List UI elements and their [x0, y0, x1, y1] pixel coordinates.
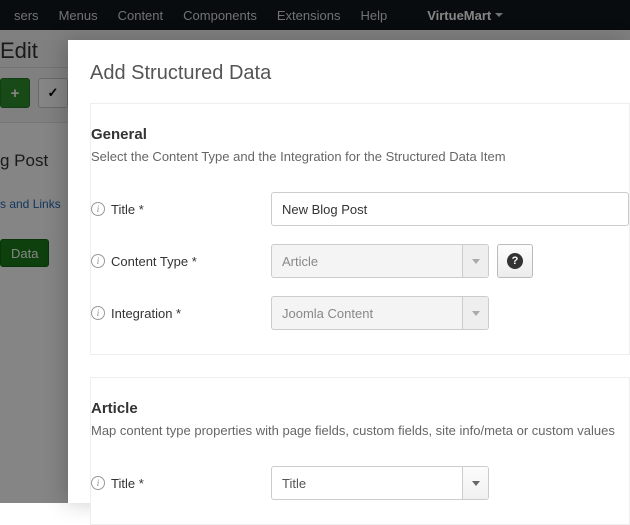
content-type-dropdown-button[interactable] — [462, 245, 488, 277]
integration-value: Joomla Content — [272, 297, 462, 329]
chevron-down-icon — [472, 259, 480, 264]
general-heading: General — [91, 126, 629, 143]
content-type-label: Content Type * — [111, 254, 197, 269]
chevron-down-icon — [472, 481, 480, 486]
integration-dropdown-button[interactable] — [462, 297, 488, 329]
question-icon — [507, 253, 523, 269]
general-subheading: Select the Content Type and the Integrat… — [91, 149, 629, 164]
article-title-dropdown-button[interactable] — [462, 467, 488, 499]
content-type-select[interactable]: Article — [271, 244, 489, 278]
general-card: General Select the Content Type and the … — [90, 103, 630, 355]
add-structured-data-modal: Add Structured Data General Select the C… — [68, 40, 630, 503]
chevron-down-icon — [472, 311, 480, 316]
info-icon[interactable] — [91, 306, 105, 320]
article-subheading: Map content type properties with page fi… — [91, 423, 629, 438]
article-title-label: Title * — [111, 476, 144, 491]
modal-title: Add Structured Data — [90, 62, 608, 85]
info-icon[interactable] — [91, 476, 105, 490]
article-title-select[interactable]: Title — [271, 466, 489, 500]
integration-select[interactable]: Joomla Content — [271, 296, 489, 330]
content-type-help-button[interactable] — [497, 244, 533, 278]
title-input[interactable] — [271, 192, 629, 226]
integration-label: Integration * — [111, 306, 181, 321]
info-icon[interactable] — [91, 202, 105, 216]
info-icon[interactable] — [91, 254, 105, 268]
title-label: Title * — [111, 202, 144, 217]
content-type-value: Article — [272, 245, 462, 277]
article-title-value: Title — [272, 467, 462, 499]
article-heading: Article — [91, 400, 629, 417]
